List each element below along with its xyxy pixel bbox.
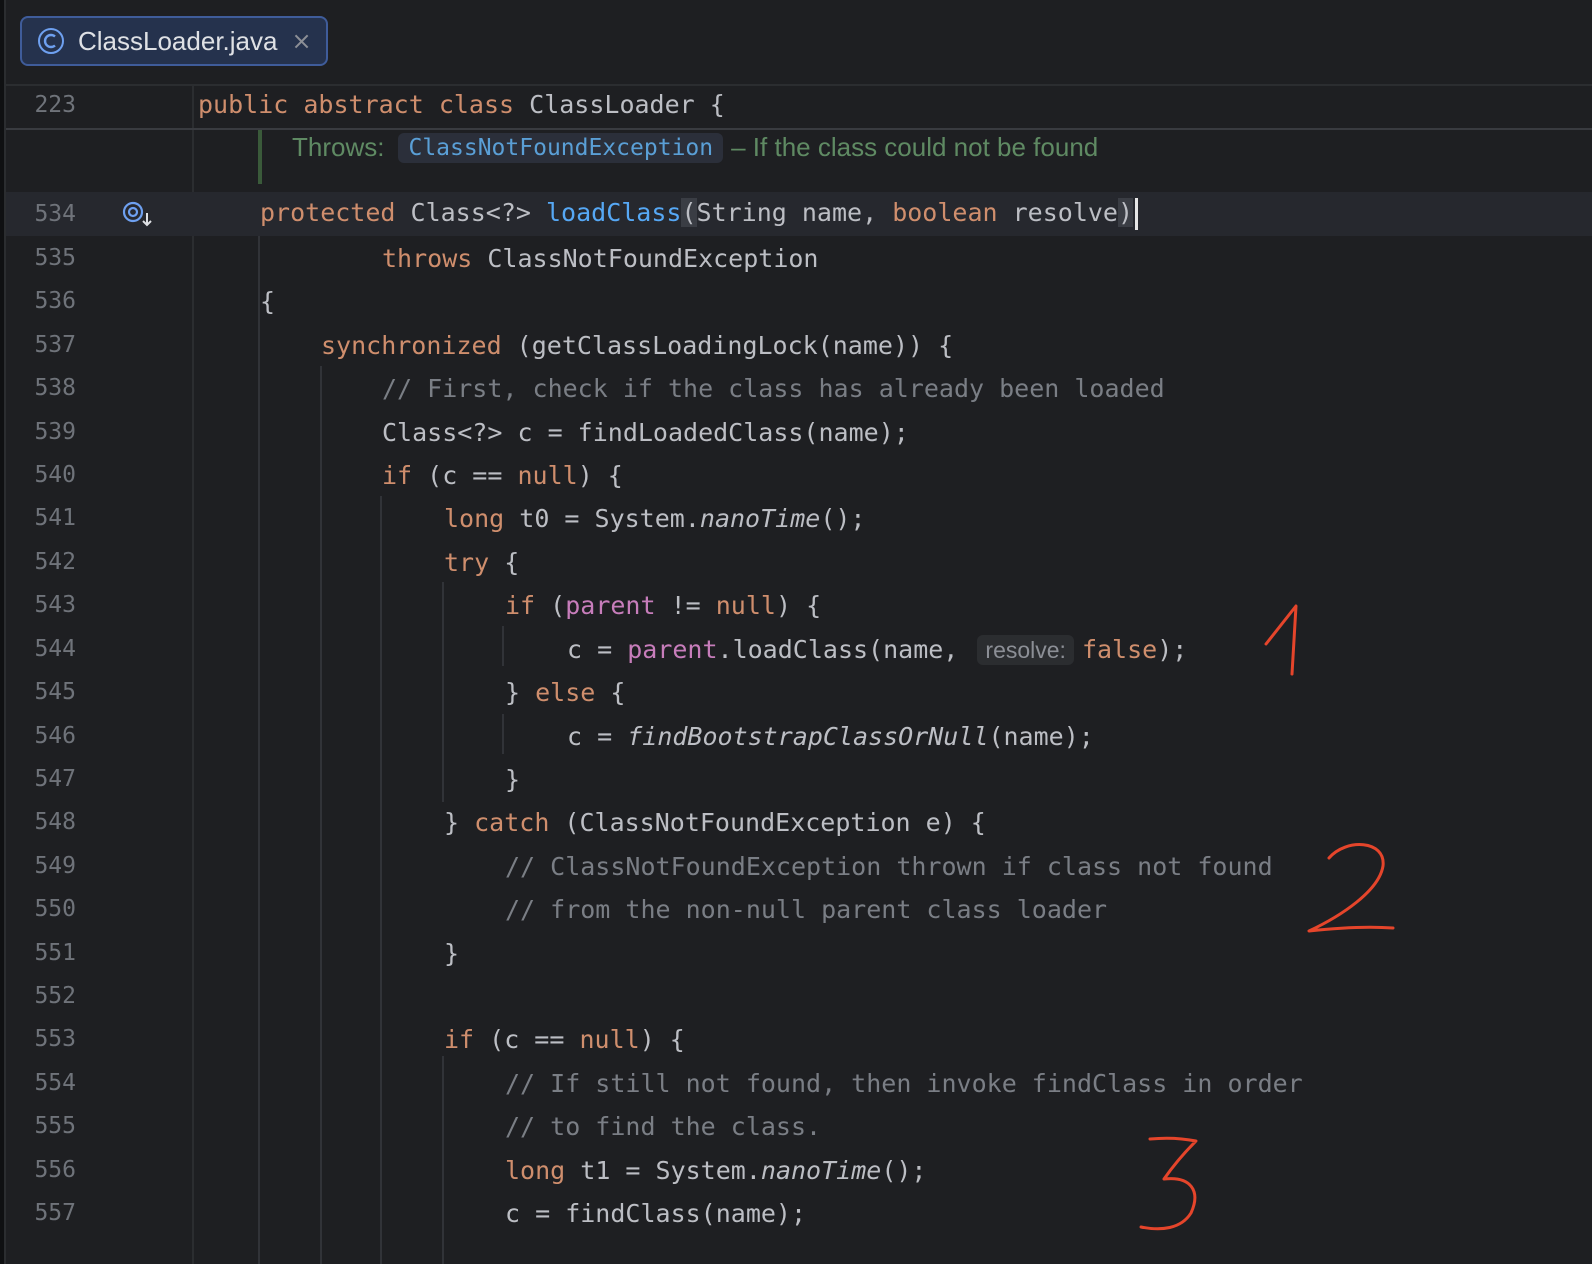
code-text: protected Class<?> loadClass(String name… <box>260 198 1139 230</box>
line-number: 550 <box>34 896 76 922</box>
line-number: 534 <box>34 201 76 227</box>
code-line-544[interactable]: 544 c = parent.loadClass(name, resolve: f… <box>6 627 1592 671</box>
line-number: 536 <box>34 288 76 314</box>
line-number: 546 <box>34 723 76 749</box>
code-text: if (parent != null) { <box>505 590 822 620</box>
code-line-557[interactable]: 557 c = findClass(name); <box>6 1191 1592 1235</box>
line-number: 538 <box>34 375 76 401</box>
code-text: c = findBootstrapClassOrNull(name); <box>567 721 1094 751</box>
code-text: c = parent.loadClass(name, resolve: false… <box>567 634 1188 665</box>
code-line-553[interactable]: 553 if (c == null) { <box>6 1017 1592 1061</box>
line-number: 223 <box>34 92 76 118</box>
code-comment: // to find the class. <box>505 1111 822 1141</box>
line-number: 548 <box>34 809 76 835</box>
code-line-554[interactable]: 554 // If still not found, then invoke f… <box>6 1061 1592 1105</box>
sticky-code: public abstract class ClassLoader { <box>198 90 725 119</box>
code-text: try { <box>444 547 520 577</box>
code-line-543[interactable]: 543 if (parent != null) { <box>6 583 1592 627</box>
code-text: Class<?> c = findLoadedClass(name); <box>382 417 909 447</box>
line-number: 537 <box>34 332 76 358</box>
code-text: if (c == null) { <box>382 460 623 490</box>
code-text: { <box>260 286 276 316</box>
editor-window: ClassLoader.java × 223 public abstract c… <box>4 0 1592 1264</box>
code-text: } <box>505 764 521 794</box>
line-number: 535 <box>34 245 76 271</box>
sticky-header[interactable]: 223 public abstract class ClassLoader { <box>6 86 1592 130</box>
code-text: long t1 = System.nanoTime(); <box>505 1155 927 1185</box>
line-number: 549 <box>34 853 76 879</box>
code-comment: // First, check if the class has already… <box>382 373 1165 403</box>
code-text: } catch (ClassNotFoundException e) { <box>444 807 986 837</box>
class-icon <box>38 28 64 54</box>
tab-classloader-java[interactable]: ClassLoader.java × <box>20 16 328 66</box>
line-number: 555 <box>34 1113 76 1139</box>
line-number: 553 <box>34 1026 76 1052</box>
code-line-542[interactable]: 542 try { <box>6 540 1592 584</box>
line-number: 539 <box>34 419 76 445</box>
handwritten-annotation-2 <box>1307 843 1395 933</box>
code-line-546[interactable]: 546 c = findBootstrapClassOrNull(name); <box>6 714 1592 758</box>
tab-label: ClassLoader.java <box>78 25 278 56</box>
code-editor[interactable]: 223 public abstract class ClassLoader { … <box>6 86 1592 1264</box>
code-comment: // from the non-null parent class loader <box>505 894 1108 924</box>
code-text: throws ClassNotFoundException <box>382 243 819 273</box>
code-text: synchronized (getClassLoadingLock(name))… <box>321 330 954 360</box>
close-icon[interactable]: × <box>291 27 311 55</box>
doc-exception-link[interactable]: ClassNotFoundException <box>398 132 724 163</box>
code-line-536[interactable]: 536 { <box>6 279 1592 323</box>
code-line-537[interactable]: 537 synchronized (getClassLoadingLock(na… <box>6 323 1592 367</box>
code-line-552[interactable]: 552 <box>6 974 1592 1018</box>
code-line-547[interactable]: 547 } <box>6 757 1592 801</box>
code-line-538[interactable]: 538 // First, check if the class has alr… <box>6 366 1592 410</box>
code-comment: // ClassNotFoundException thrown if clas… <box>505 851 1273 881</box>
doc-bar <box>258 130 262 184</box>
line-number: 541 <box>34 505 76 531</box>
code-text: } <box>444 938 460 968</box>
code-text: long t0 = System.nanoTime(); <box>444 503 866 533</box>
code-line-541[interactable]: 541 long t0 = System.nanoTime(); <box>6 496 1592 540</box>
line-number: 540 <box>34 462 76 488</box>
text-caret <box>1135 198 1139 230</box>
doc-description: – If the class could not be found <box>731 132 1099 162</box>
code-text: if (c == null) { <box>444 1024 685 1054</box>
line-number: 551 <box>34 940 76 966</box>
code-text: } else { <box>505 677 626 707</box>
code-line-555[interactable]: 555 // to find the class. <box>6 1104 1592 1148</box>
doc-text: Throws: ClassNotFoundException – If the … <box>292 132 1098 163</box>
code-line-545[interactable]: 545 } else { <box>6 670 1592 714</box>
handwritten-annotation-1 <box>1264 604 1298 676</box>
code-line-535[interactable]: 535 throws ClassNotFoundException <box>6 236 1592 280</box>
code-comment: // If still not found, then invoke findC… <box>505 1068 1303 1098</box>
code-line-540[interactable]: 540 if (c == null) { <box>6 453 1592 497</box>
code-line-539[interactable]: 539 Class<?> c = findLoadedClass(name); <box>6 410 1592 454</box>
doc-throws-label: Throws: <box>292 132 385 162</box>
javadoc-inline: Throws: ClassNotFoundException – If the … <box>6 130 1592 184</box>
line-number: 547 <box>34 766 76 792</box>
implemented-method-icon[interactable] <box>120 199 156 229</box>
line-number: 544 <box>34 636 76 662</box>
code-line-534[interactable]: 534 protected Class<?> loadClass(String … <box>6 192 1592 236</box>
line-number: 542 <box>34 549 76 575</box>
line-number: 545 <box>34 679 76 705</box>
code-line-556[interactable]: 556 long t1 = System.nanoTime(); <box>6 1148 1592 1192</box>
tab-bar: ClassLoader.java × <box>6 0 1592 86</box>
line-number: 552 <box>34 983 76 1009</box>
parameter-hint: resolve: <box>977 634 1074 665</box>
line-number: 543 <box>34 592 76 618</box>
code-text: c = findClass(name); <box>505 1198 807 1228</box>
line-number: 557 <box>34 1200 76 1226</box>
line-number: 554 <box>34 1070 76 1096</box>
line-number: 556 <box>34 1157 76 1183</box>
handwritten-annotation-3 <box>1139 1136 1198 1231</box>
